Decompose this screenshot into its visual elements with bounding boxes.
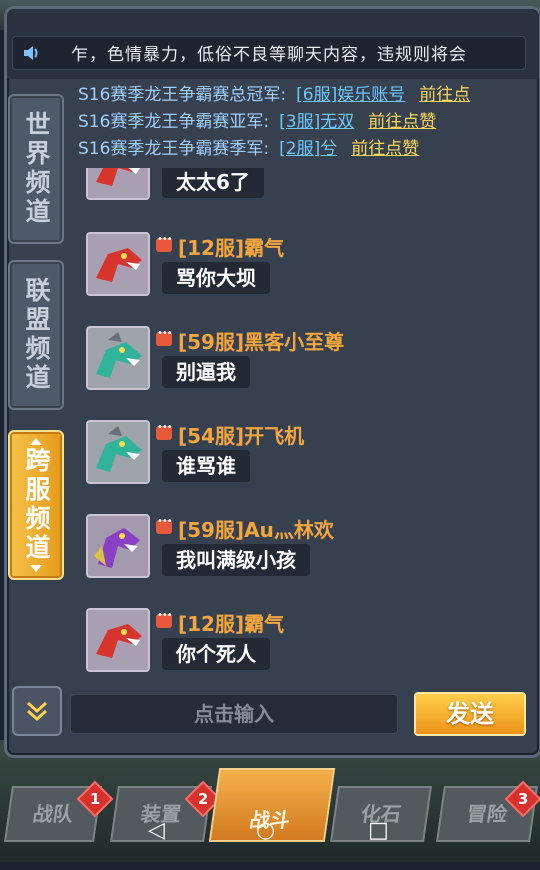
- arrow-down-icon: [30, 565, 42, 572]
- double-chevron-down-icon: [27, 701, 47, 722]
- back-icon[interactable]: ◁: [148, 818, 165, 843]
- send-button[interactable]: 发送: [414, 692, 526, 736]
- sender-name[interactable]: [54服]开飞机: [178, 420, 304, 449]
- message-text: 骂你大坝: [162, 262, 270, 294]
- chat-bubble-icon: [156, 516, 172, 534]
- champion-winner-link[interactable]: [3服]无双: [279, 112, 354, 132]
- chat-bubble-icon: [156, 234, 172, 252]
- champion-row: S16赛季龙王争霸赛总冠军: [6服]娱乐账号 前往点: [78, 80, 540, 107]
- champion-label: S16赛季龙王争霸赛季军:: [78, 139, 270, 159]
- speaker-icon: [24, 46, 38, 60]
- avatar[interactable]: [86, 514, 150, 578]
- chat-bubble-icon: [156, 422, 172, 440]
- teal-dragon-icon: [88, 328, 148, 388]
- avatar[interactable]: [86, 420, 150, 484]
- chat-bubble-icon: [156, 328, 172, 346]
- like-link[interactable]: 前往点: [419, 85, 470, 105]
- champion-label: S16赛季龙王争霸赛总冠军:: [78, 85, 287, 105]
- notice-bar: 乍，色情暴力，低俗不良等聊天内容，违规则将会: [12, 36, 526, 70]
- chat-message: 太太6了: [86, 168, 526, 200]
- avatar[interactable]: [86, 168, 150, 200]
- champion-row: S16赛季龙王争霸赛亚军: [3服]无双 前往点赞: [78, 107, 540, 134]
- message-text: 太太6了: [162, 168, 264, 198]
- chat-input[interactable]: 点击输入: [70, 694, 398, 734]
- avatar[interactable]: [86, 232, 150, 296]
- home-icon[interactable]: ○: [256, 818, 275, 843]
- notice-text: 乍，色情暴力，低俗不良等聊天内容，违规则将会: [71, 45, 467, 65]
- scroll-to-bottom-button[interactable]: [12, 686, 62, 736]
- sender-name[interactable]: [12服]霸气: [178, 608, 284, 637]
- message-text: 谁骂谁: [162, 450, 250, 482]
- chat-message: [12服]霸气 骂你大坝: [86, 232, 526, 296]
- champions-list: S16赛季龙王争霸赛总冠军: [6服]娱乐账号 前往点 S16赛季龙王争霸赛亚军: […: [78, 80, 540, 161]
- like-link[interactable]: 前往点赞: [368, 112, 436, 132]
- red-dragon-icon: [88, 610, 148, 670]
- like-link[interactable]: 前往点赞: [351, 139, 419, 159]
- sender-name[interactable]: [59服]Au灬林欢: [178, 514, 334, 543]
- avatar[interactable]: [86, 326, 150, 390]
- chat-message: [59服]黑客小至尊 别逼我: [86, 326, 526, 390]
- sender-name[interactable]: [59服]黑客小至尊: [178, 326, 344, 355]
- champion-winner-link[interactable]: [2服]兮: [279, 139, 337, 159]
- message-text: 我叫满级小孩: [162, 544, 310, 576]
- champion-row: S16赛季龙王争霸赛季军: [2服]兮 前往点赞: [78, 134, 540, 161]
- avatar[interactable]: [86, 608, 150, 672]
- purple-dragon-icon: [88, 516, 148, 576]
- sender-name[interactable]: [12服]霸气: [178, 232, 284, 261]
- message-text: 别逼我: [162, 356, 250, 388]
- champion-label: S16赛季龙王争霸赛亚军:: [78, 112, 270, 132]
- tab-world-channel[interactable]: 世界频道: [8, 94, 64, 244]
- red-dragon-icon: [88, 168, 148, 198]
- chat-message: [12服]霸气 你个死人: [86, 608, 526, 672]
- message-list[interactable]: 太太6了 [12服]霸气 骂你大坝 [59服]黑客小至尊 别逼: [86, 168, 526, 676]
- tab-cross-server-channel[interactable]: 跨服频道: [8, 430, 64, 580]
- chat-message: [54服]开飞机 谁骂谁: [86, 420, 526, 484]
- chat-message: [59服]Au灬林欢 我叫满级小孩: [86, 514, 526, 578]
- chat-bubble-icon: [156, 610, 172, 628]
- message-text: 你个死人: [162, 638, 270, 670]
- tab-label: 跨服频道: [22, 447, 51, 563]
- red-dragon-icon: [88, 234, 148, 294]
- teal-dragon-icon: [88, 422, 148, 482]
- tab-alliance-channel[interactable]: 联盟频道: [8, 260, 64, 410]
- arrow-up-icon: [30, 438, 42, 445]
- recent-apps-icon[interactable]: □: [368, 818, 389, 843]
- champion-winner-link[interactable]: [6服]娱乐账号: [296, 85, 405, 105]
